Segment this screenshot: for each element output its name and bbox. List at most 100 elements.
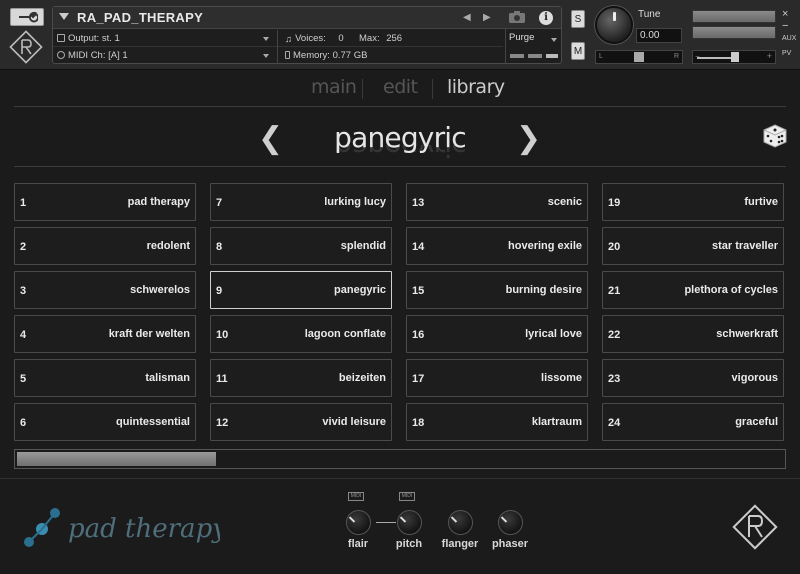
brand-text: pad therapy	[68, 514, 220, 544]
knob-flanger: flanger	[436, 492, 484, 554]
next-preset-icon[interactable]: ❯	[516, 121, 541, 156]
preset-slot[interactable]: 17 lissome	[406, 359, 588, 397]
volume-slider[interactable]: − +	[692, 50, 776, 64]
cpu-meter	[510, 54, 524, 58]
info-icon[interactable]: i	[539, 11, 553, 25]
preset-number: 21	[608, 285, 621, 297]
purge-button[interactable]: Purge	[509, 32, 534, 43]
preset-number: 2	[20, 241, 27, 253]
output-row: Output: st. 1 ♫ Voices: 0 Max: 256	[53, 30, 503, 47]
preset-slot[interactable]: 7 lurking lucy	[210, 183, 392, 221]
tune-value-field[interactable]: 0.00	[636, 28, 682, 43]
preset-slot[interactable]: 13 scenic	[406, 183, 588, 221]
preset-slot[interactable]: 18 klartraum	[406, 403, 588, 441]
knob-label: pitch	[395, 538, 423, 550]
wrench-icon[interactable]	[10, 8, 44, 26]
max-value: 256	[386, 33, 403, 44]
tab-edit[interactable]: edit	[383, 76, 418, 98]
purge-dropdown-icon[interactable]	[551, 38, 557, 42]
output-value: st. 1	[101, 33, 120, 44]
flair-knob[interactable]	[346, 510, 371, 535]
preset-slot[interactable]: 1 pad therapy	[14, 183, 196, 221]
preset-name: redolent	[146, 240, 190, 252]
voices-display: ♫ Voices: 0	[285, 33, 344, 45]
pan-thumb[interactable]	[634, 52, 644, 62]
camera-icon[interactable]	[508, 10, 528, 25]
preset-scrollbar[interactable]	[14, 449, 786, 469]
midi-dropdown-icon[interactable]	[263, 54, 269, 58]
tune-knob[interactable]	[595, 6, 633, 44]
preset-slot[interactable]: 16 lyrical love	[406, 315, 588, 353]
preset-slot[interactable]: 21 plethora of cycles	[602, 271, 784, 309]
preset-name: kraft der welten	[108, 328, 190, 340]
divider	[0, 478, 800, 479]
preset-slot[interactable]: 20 star traveller	[602, 227, 784, 265]
random-dice-icon[interactable]	[762, 123, 788, 154]
preset-name: panegyric	[334, 284, 386, 296]
preset-slot[interactable]: 2 redolent	[14, 227, 196, 265]
midi-icon	[57, 51, 65, 59]
scrollbar-thumb[interactable]	[17, 452, 216, 466]
preset-slot[interactable]: 4 kraft der welten	[14, 315, 196, 353]
preset-slot[interactable]: 10 lagoon conflate	[210, 315, 392, 353]
knob-pitch: MIDI pitch	[385, 492, 433, 554]
preset-selector: ❮ panegyric panegyric ❯	[14, 109, 788, 165]
tab-main[interactable]: main	[311, 76, 357, 98]
instrument-name[interactable]: RA_PAD_THERAPY	[77, 10, 203, 25]
preset-name: lissome	[541, 372, 582, 384]
memory-icon	[285, 51, 290, 59]
preset-name: lyrical love	[525, 328, 582, 340]
preset-slot[interactable]: 12 vivid leisure	[210, 403, 392, 441]
solo-button[interactable]: S	[571, 10, 585, 28]
aux-button[interactable]: AUX	[782, 35, 796, 42]
preset-slot[interactable]: 6 quintessential	[14, 403, 196, 441]
preset-slot[interactable]: 9 panegyric	[210, 271, 392, 309]
minimize-icon[interactable]: −	[782, 20, 788, 32]
company-logo-icon	[730, 502, 780, 557]
preset-name: pad therapy	[127, 196, 190, 208]
preset-name: star traveller	[711, 240, 778, 252]
preset-slot[interactable]: 24 graceful	[602, 403, 784, 441]
collapse-arrow-icon[interactable]	[59, 13, 69, 20]
midi-channel-selector[interactable]: MIDI Ch: [A] 1	[57, 50, 128, 61]
prev-instrument-icon[interactable]: ◀	[463, 12, 471, 23]
voices-icon: ♫	[285, 34, 293, 45]
mute-button[interactable]: M	[571, 42, 585, 60]
preset-number: 22	[608, 329, 621, 341]
tab-library[interactable]: library	[447, 76, 505, 98]
pv-button[interactable]: PV	[782, 50, 791, 57]
midi-learn-tag[interactable]: MIDI	[348, 492, 364, 501]
pan-slider[interactable]: L R	[595, 50, 683, 64]
output-dropdown-icon[interactable]	[263, 37, 269, 41]
preset-number: 8	[216, 241, 223, 253]
preset-slot[interactable]: 14 hovering exile	[406, 227, 588, 265]
preset-slot[interactable]: 22 schwerkraft	[602, 315, 784, 353]
level-meter-left	[692, 10, 776, 23]
preset-number: 13	[412, 197, 425, 209]
preset-slot[interactable]: 15 burning desire	[406, 271, 588, 309]
preset-name: furtive	[744, 196, 778, 208]
preset-slot[interactable]: 19 furtive	[602, 183, 784, 221]
midi-learn-tag[interactable]: MIDI	[399, 492, 415, 501]
output-selector[interactable]: Output: st. 1	[57, 33, 120, 44]
volume-thumb[interactable]	[731, 52, 739, 62]
preset-number: 20	[608, 241, 621, 253]
pitch-knob[interactable]	[397, 510, 422, 535]
preset-number: 9	[216, 285, 223, 297]
preset-number: 18	[412, 417, 425, 429]
phaser-knob[interactable]	[498, 510, 523, 535]
next-instrument-icon[interactable]: ▶	[483, 12, 491, 23]
max-voices[interactable]: Max: 256	[359, 33, 402, 44]
flanger-knob[interactable]	[448, 510, 473, 535]
preset-slot[interactable]: 8 splendid	[210, 227, 392, 265]
close-icon[interactable]: ×	[782, 8, 788, 20]
preset-slot[interactable]: 3 schwerelos	[14, 271, 196, 309]
memory-display: Memory: 0.77 GB	[285, 50, 367, 61]
preset-slot[interactable]: 23 vigorous	[602, 359, 784, 397]
preset-number: 19	[608, 197, 621, 209]
pan-right-label: R	[673, 53, 679, 60]
preset-slot[interactable]: 5 talisman	[14, 359, 196, 397]
preset-name: vivid leisure	[322, 416, 386, 428]
preset-slot[interactable]: 11 beizeiten	[210, 359, 392, 397]
knob-indicator	[399, 516, 407, 523]
